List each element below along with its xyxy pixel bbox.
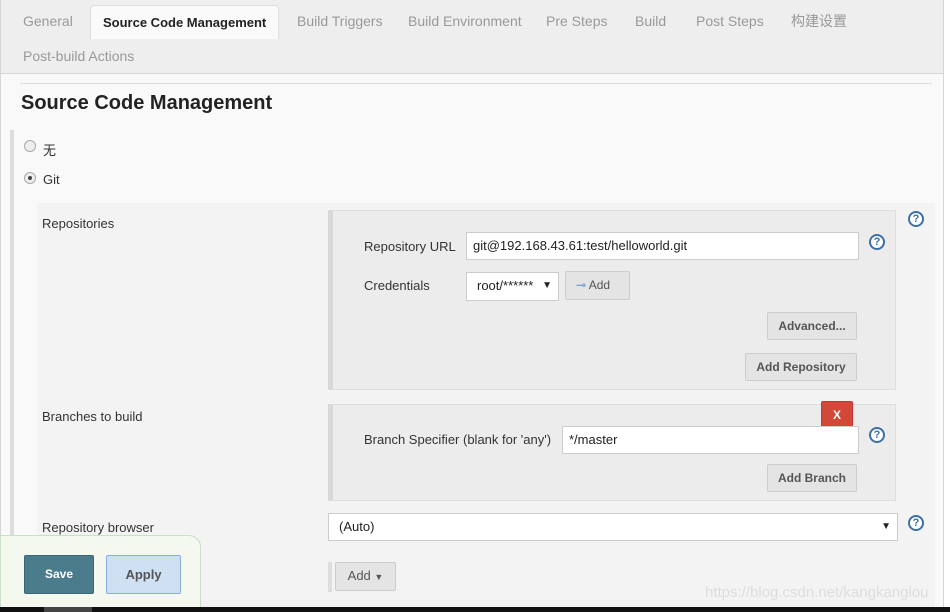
help-icon[interactable]: ? <box>869 234 885 250</box>
tab-source-code-management[interactable]: Source Code Management <box>90 5 280 39</box>
branch-specifier-label: Branch Specifier (blank for 'any') <box>364 432 552 447</box>
page-title: Source Code Management <box>21 92 273 114</box>
advanced-button[interactable]: Advanced... <box>767 312 857 340</box>
tab-post-steps[interactable]: Post Steps <box>684 4 776 38</box>
add-branch-button[interactable]: Add Branch <box>767 464 857 492</box>
add-repository-button[interactable]: Add Repository <box>745 353 857 381</box>
add-credentials-button[interactable]: ⊸ Add <box>565 271 630 300</box>
additional-bar <box>328 562 332 592</box>
watermark: https://blog.csdn.net/kangkanglou <box>705 584 929 601</box>
save-button[interactable]: Save <box>24 555 94 594</box>
tab-bar: General Source Code Management Build Tri… <box>0 0 944 74</box>
tab-post-build-actions[interactable]: Post-build Actions <box>11 39 146 73</box>
delete-branch-button[interactable]: X <box>821 401 853 427</box>
tab-pre-steps[interactable]: Pre Steps <box>534 4 619 38</box>
repository-url-input[interactable]: git@192.168.43.61:test/helloworld.git <box>466 232 859 260</box>
divider <box>20 83 932 84</box>
branches-label: Branches to build <box>42 409 143 424</box>
tab-general[interactable]: General <box>11 4 85 38</box>
add-credentials-label: Add <box>588 278 611 292</box>
repository-browser-select[interactable]: (Auto) ▼ <box>328 513 898 541</box>
key-icon: ⊸ <box>576 278 587 292</box>
repositories-label: Repositories <box>42 216 115 231</box>
additional-behaviours-add-button[interactable]: Add ▼ <box>335 562 396 591</box>
chevron-down-icon: ▼ <box>881 521 891 532</box>
help-icon[interactable]: ? <box>908 211 924 227</box>
radio-none[interactable] <box>24 140 36 152</box>
repository-browser-label: Repository browser <box>42 520 154 535</box>
chevron-down-icon: ▼ <box>374 572 384 582</box>
chevron-down-icon: ▼ <box>542 280 552 291</box>
credentials-label: Credentials <box>364 278 430 293</box>
tab-build-settings[interactable]: 构建设置 <box>779 4 859 38</box>
credentials-select[interactable]: root/****** ▼ <box>466 272 559 301</box>
radio-git[interactable] <box>24 172 36 184</box>
apply-button[interactable]: Apply <box>106 555 181 594</box>
tab-build[interactable]: Build <box>623 4 678 38</box>
bottom-bar <box>0 607 950 612</box>
repository-url-label: Repository URL <box>364 239 456 254</box>
add-label: Add <box>347 568 371 583</box>
credentials-value: root/****** <box>477 278 534 293</box>
branch-specifier-input[interactable]: */master <box>562 426 859 454</box>
radio-none-label: 无 <box>43 143 57 158</box>
bottom-bar-tab <box>44 607 92 612</box>
tab-build-environment[interactable]: Build Environment <box>396 4 534 38</box>
help-icon[interactable]: ? <box>869 427 885 443</box>
repository-browser-value: (Auto) <box>339 519 375 534</box>
help-icon[interactable]: ? <box>908 515 924 531</box>
radio-git-label: Git <box>43 172 60 187</box>
tab-build-triggers[interactable]: Build Triggers <box>285 4 395 38</box>
